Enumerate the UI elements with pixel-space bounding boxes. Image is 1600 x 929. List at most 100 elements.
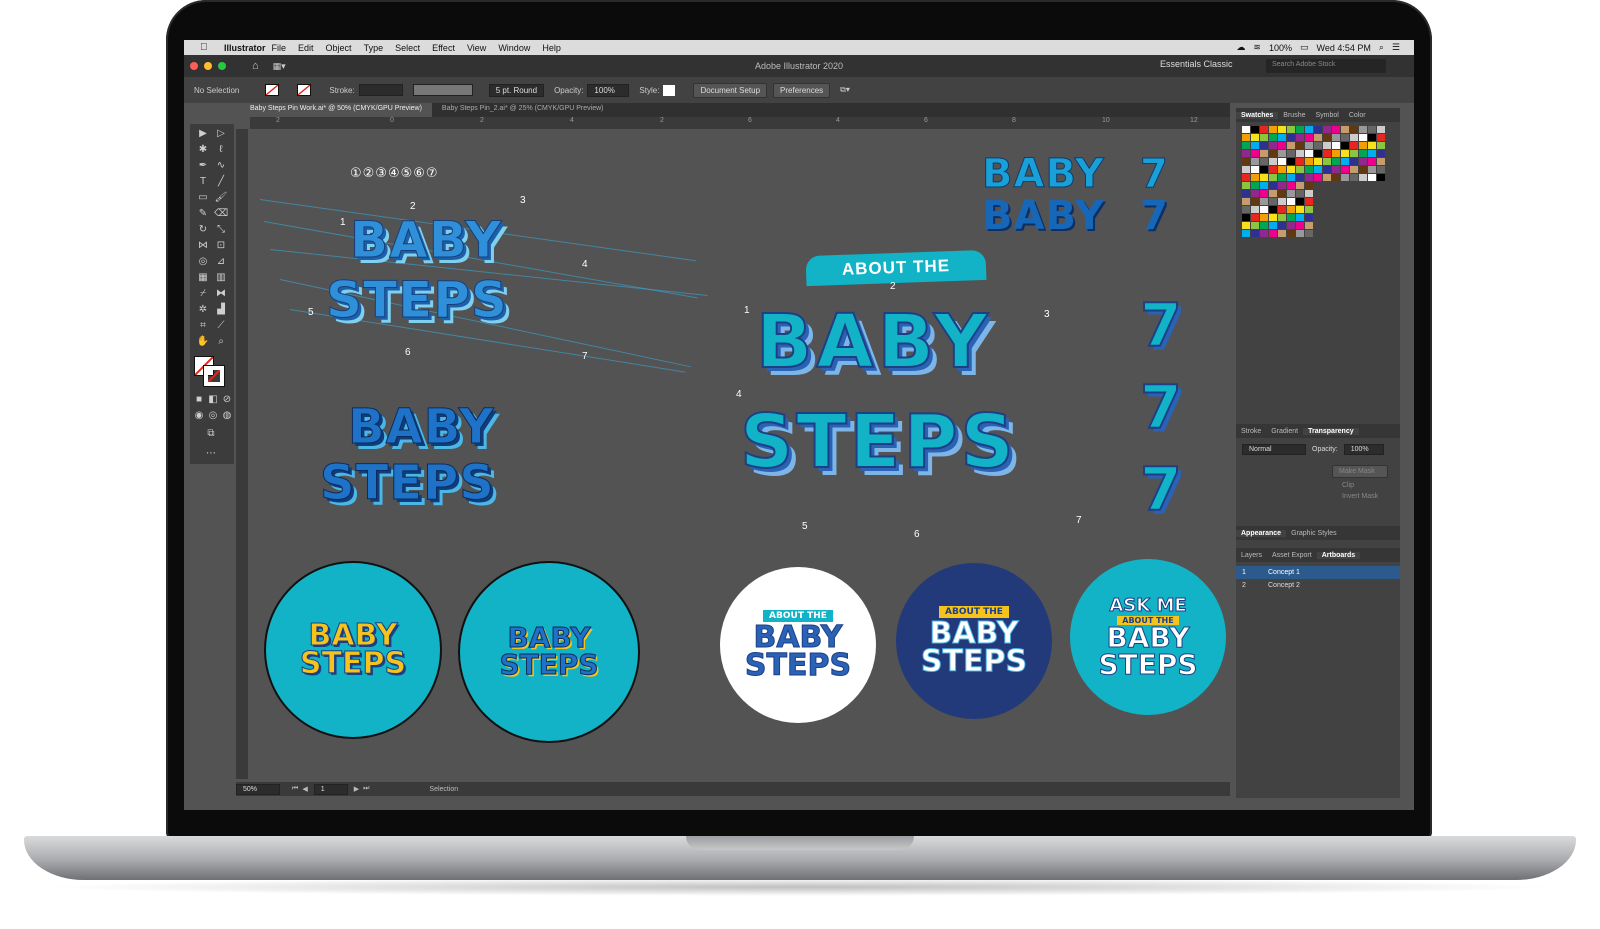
clip-checkbox[interactable]: Clip	[1342, 482, 1394, 489]
slice-tool-icon[interactable]: ⟋	[214, 320, 228, 332]
swatch[interactable]	[1305, 158, 1313, 165]
swatch[interactable]	[1314, 166, 1322, 173]
swatch[interactable]	[1359, 222, 1367, 229]
swatch[interactable]	[1368, 206, 1376, 213]
menu-app-name[interactable]: Illustrator	[224, 43, 266, 53]
swatch[interactable]	[1332, 150, 1340, 157]
swatch[interactable]	[1242, 166, 1250, 173]
preferences-button[interactable]: Preferences	[773, 82, 831, 98]
swatch[interactable]	[1305, 174, 1313, 181]
menu-view[interactable]: View	[467, 43, 486, 53]
swatch[interactable]	[1278, 190, 1286, 197]
swatch[interactable]	[1287, 182, 1295, 189]
none-mode-icon[interactable]: ⊘	[220, 394, 234, 406]
menu-help[interactable]: Help	[542, 43, 561, 53]
swatch[interactable]	[1287, 206, 1295, 213]
swatch[interactable]	[1269, 190, 1277, 197]
swatch[interactable]	[1296, 150, 1304, 157]
shaper-tool-icon[interactable]: ✎	[196, 208, 210, 220]
color-mode-icon[interactable]: ■	[192, 394, 206, 406]
swatch[interactable]	[1260, 158, 1268, 165]
swatch[interactable]	[1332, 174, 1340, 181]
swatch[interactable]	[1287, 222, 1295, 229]
swatch[interactable]	[1242, 230, 1250, 237]
paintbrush-tool-icon[interactable]: 🖌	[214, 192, 228, 204]
swatch[interactable]	[1269, 166, 1277, 173]
swatch[interactable]	[1251, 222, 1259, 229]
apple-icon[interactable]: 	[200, 42, 214, 53]
screen-mode-icon[interactable]: ⧉	[204, 428, 218, 440]
swatch[interactable]	[1323, 190, 1331, 197]
swatch[interactable]	[1341, 126, 1349, 133]
pin-white[interactable]: ABOUT THE BABY STEPS	[720, 567, 876, 723]
pin-ask-me[interactable]: ASK ME ABOUT THE BABY STEPS	[1070, 559, 1226, 715]
swatch[interactable]	[1350, 182, 1358, 189]
swatch[interactable]	[1287, 126, 1295, 133]
swatch[interactable]	[1278, 198, 1286, 205]
swatch[interactable]	[1323, 142, 1331, 149]
perspective-grid-tool-icon[interactable]: ⊿	[214, 256, 228, 268]
creative-cloud-icon[interactable]: ☁	[1236, 42, 1245, 53]
swatch[interactable]	[1368, 222, 1376, 229]
tab-appearance[interactable]: Appearance	[1236, 529, 1287, 537]
swatch[interactable]	[1251, 182, 1259, 189]
swatch[interactable]	[1377, 206, 1385, 213]
horizontal-ruler[interactable]: 2 0 2 4 2 6 4 6 8 10 12	[250, 117, 1230, 129]
swatch[interactable]	[1350, 126, 1358, 133]
swatch[interactable]	[1323, 198, 1331, 205]
swatch[interactable]	[1368, 214, 1376, 221]
blend-tool-icon[interactable]: ⧓	[214, 288, 228, 300]
more-tools-icon[interactable]: ⋯	[204, 448, 218, 460]
swatch[interactable]	[1269, 126, 1277, 133]
swatch[interactable]	[1314, 126, 1322, 133]
swatch[interactable]	[1377, 150, 1385, 157]
swatch[interactable]	[1341, 166, 1349, 173]
gradient-mode-icon[interactable]: ◧	[206, 394, 220, 406]
swatch[interactable]	[1368, 158, 1376, 165]
tab-swatches[interactable]: Swatches	[1236, 111, 1279, 119]
swatch[interactable]	[1242, 182, 1250, 189]
swatch[interactable]	[1332, 142, 1340, 149]
swatch[interactable]	[1359, 214, 1367, 221]
swatch[interactable]	[1242, 150, 1250, 157]
swatch[interactable]	[1341, 134, 1349, 141]
swatch[interactable]	[1287, 174, 1295, 181]
artboard-nav-last-icon[interactable]: ⏭	[363, 785, 369, 793]
swatch[interactable]	[1341, 182, 1349, 189]
magic-wand-tool-icon[interactable]: ✱	[196, 144, 210, 156]
tab-artboards[interactable]: Artboards	[1316, 551, 1361, 559]
swatch[interactable]	[1269, 182, 1277, 189]
swatch[interactable]	[1242, 126, 1250, 133]
swatch[interactable]	[1305, 166, 1313, 173]
menu-file[interactable]: File	[272, 43, 287, 53]
battery-level[interactable]: 100%	[1269, 43, 1292, 53]
swatch[interactable]	[1323, 206, 1331, 213]
swatch[interactable]	[1251, 198, 1259, 205]
swatch[interactable]	[1251, 126, 1259, 133]
eyedropper-tool-icon[interactable]: ⌿	[196, 288, 210, 300]
swatch[interactable]	[1359, 126, 1367, 133]
swatch[interactable]	[1314, 222, 1322, 229]
swatch[interactable]	[1323, 222, 1331, 229]
rectangle-tool-icon[interactable]: ▭	[196, 192, 210, 204]
swatch[interactable]	[1242, 190, 1250, 197]
swatch[interactable]	[1314, 174, 1322, 181]
swatch[interactable]	[1323, 126, 1331, 133]
swatch[interactable]	[1377, 190, 1385, 197]
swatch[interactable]	[1332, 182, 1340, 189]
swatch[interactable]	[1260, 126, 1268, 133]
swatch[interactable]	[1368, 198, 1376, 205]
swatch[interactable]	[1377, 174, 1385, 181]
swatch[interactable]	[1332, 206, 1340, 213]
swatch[interactable]	[1242, 198, 1250, 205]
swatch[interactable]	[1332, 214, 1340, 221]
pin-teal-blue[interactable]: BABY STEPS	[458, 561, 640, 743]
swatch[interactable]	[1296, 182, 1304, 189]
swatch[interactable]	[1332, 190, 1340, 197]
swatch[interactable]	[1242, 158, 1250, 165]
line-tool-icon[interactable]: ╱	[214, 176, 228, 188]
rotate-tool-icon[interactable]: ↻	[196, 224, 210, 236]
swatch[interactable]	[1242, 206, 1250, 213]
swatch[interactable]	[1287, 166, 1295, 173]
mesh-tool-icon[interactable]: ▦	[196, 272, 210, 284]
